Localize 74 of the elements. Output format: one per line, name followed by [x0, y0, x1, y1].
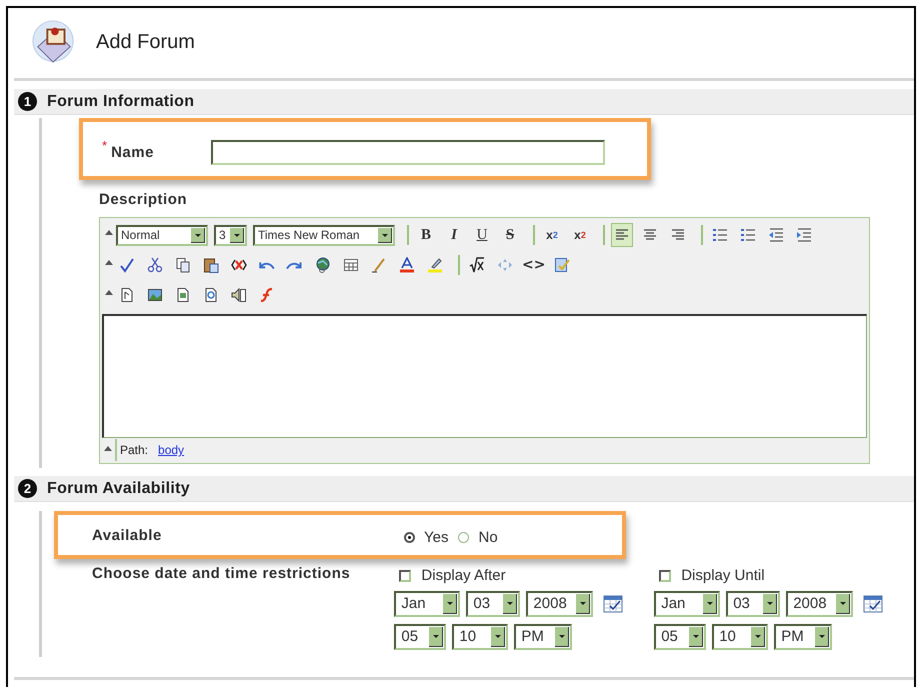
redo-icon — [287, 260, 303, 270]
forum-icon — [32, 20, 76, 64]
section-title: Forum Information — [47, 92, 194, 110]
indent-icon — [796, 227, 812, 243]
font-color-icon — [399, 257, 415, 273]
bullet-list-icon — [740, 227, 756, 243]
file-icon — [119, 287, 135, 303]
scissors-icon — [147, 257, 163, 273]
step-number: 2 — [18, 479, 37, 498]
outdent-icon — [768, 227, 784, 243]
dropdown[interactable]: 10 — [712, 624, 768, 650]
calendar-icon[interactable] — [863, 594, 884, 614]
document-check-icon — [554, 257, 570, 273]
dropdown[interactable]: 10 — [452, 624, 508, 650]
collapse-icon[interactable] — [105, 260, 113, 265]
numbered-list-icon — [712, 227, 728, 243]
checkmark-icon — [119, 257, 135, 273]
clipboard-icon — [203, 257, 219, 273]
name-field[interactable] — [211, 140, 606, 164]
dropdown[interactable]: 03 — [726, 590, 780, 616]
restrictions-label: Choose date and time restrictions — [92, 565, 352, 582]
dropdown[interactable]: PM — [514, 624, 572, 650]
required-mark: * — [102, 138, 108, 153]
italic-button[interactable]: I — [443, 223, 465, 247]
dropdown[interactable]: Jan — [654, 590, 720, 616]
radio-label: Yes — [424, 528, 448, 546]
text-area[interactable] — [102, 314, 867, 438]
dropdown[interactable]: 2008 — [526, 590, 594, 616]
source-button[interactable]: <> — [522, 253, 546, 277]
available-label: Available — [92, 526, 163, 544]
collapse-icon[interactable] — [105, 290, 113, 295]
bold-button[interactable]: B — [415, 223, 437, 247]
speaker-icon — [231, 287, 247, 303]
dropdown[interactable]: Times New Roman — [253, 224, 395, 246]
arrows-icon — [497, 257, 513, 273]
radio-button[interactable] — [404, 532, 415, 542]
remove-format-icon — [231, 257, 247, 273]
dropdown[interactable]: 2008 — [786, 590, 854, 616]
checkbox-label: Display After — [421, 567, 506, 584]
document-icon — [203, 287, 219, 303]
calendar-icon[interactable] — [603, 594, 624, 614]
media-file-icon — [175, 287, 191, 303]
page-title: Add Forum — [96, 30, 195, 54]
step-number: 1 — [18, 92, 37, 111]
underline-button[interactable]: U — [471, 223, 493, 247]
pen-icon — [371, 257, 387, 273]
name-label: Name — [111, 144, 155, 160]
dropdown[interactable]: 3 — [214, 224, 247, 246]
flash-icon — [259, 287, 275, 303]
description-label: Description — [99, 191, 188, 208]
path-label: Path: — [120, 443, 148, 457]
align-left-button[interactable] — [611, 223, 633, 247]
table-icon — [343, 257, 359, 273]
collapse-icon[interactable] — [104, 446, 112, 451]
checkbox[interactable] — [659, 570, 672, 582]
section-title: Forum Availability — [47, 480, 190, 498]
path-link[interactable]: body — [158, 443, 184, 457]
strike-button[interactable]: S — [499, 223, 521, 247]
undo-icon — [259, 260, 275, 270]
dropdown[interactable]: Normal — [116, 224, 208, 246]
square-root-icon — [469, 257, 485, 273]
image-icon — [147, 287, 163, 303]
highlighter-icon — [427, 257, 443, 273]
checkbox[interactable] — [399, 570, 412, 582]
globe-icon — [315, 257, 331, 273]
dropdown[interactable]: 05 — [654, 624, 706, 650]
radio-button[interactable] — [458, 532, 470, 542]
dropdown[interactable]: 05 — [394, 624, 446, 650]
dropdown[interactable]: PM — [774, 624, 832, 650]
checkbox-label: Display Until — [681, 567, 765, 584]
dropdown[interactable]: 03 — [466, 590, 520, 616]
radio-label: No — [478, 528, 498, 546]
dropdown[interactable]: Jan — [394, 590, 460, 616]
copy-icon — [175, 257, 191, 273]
